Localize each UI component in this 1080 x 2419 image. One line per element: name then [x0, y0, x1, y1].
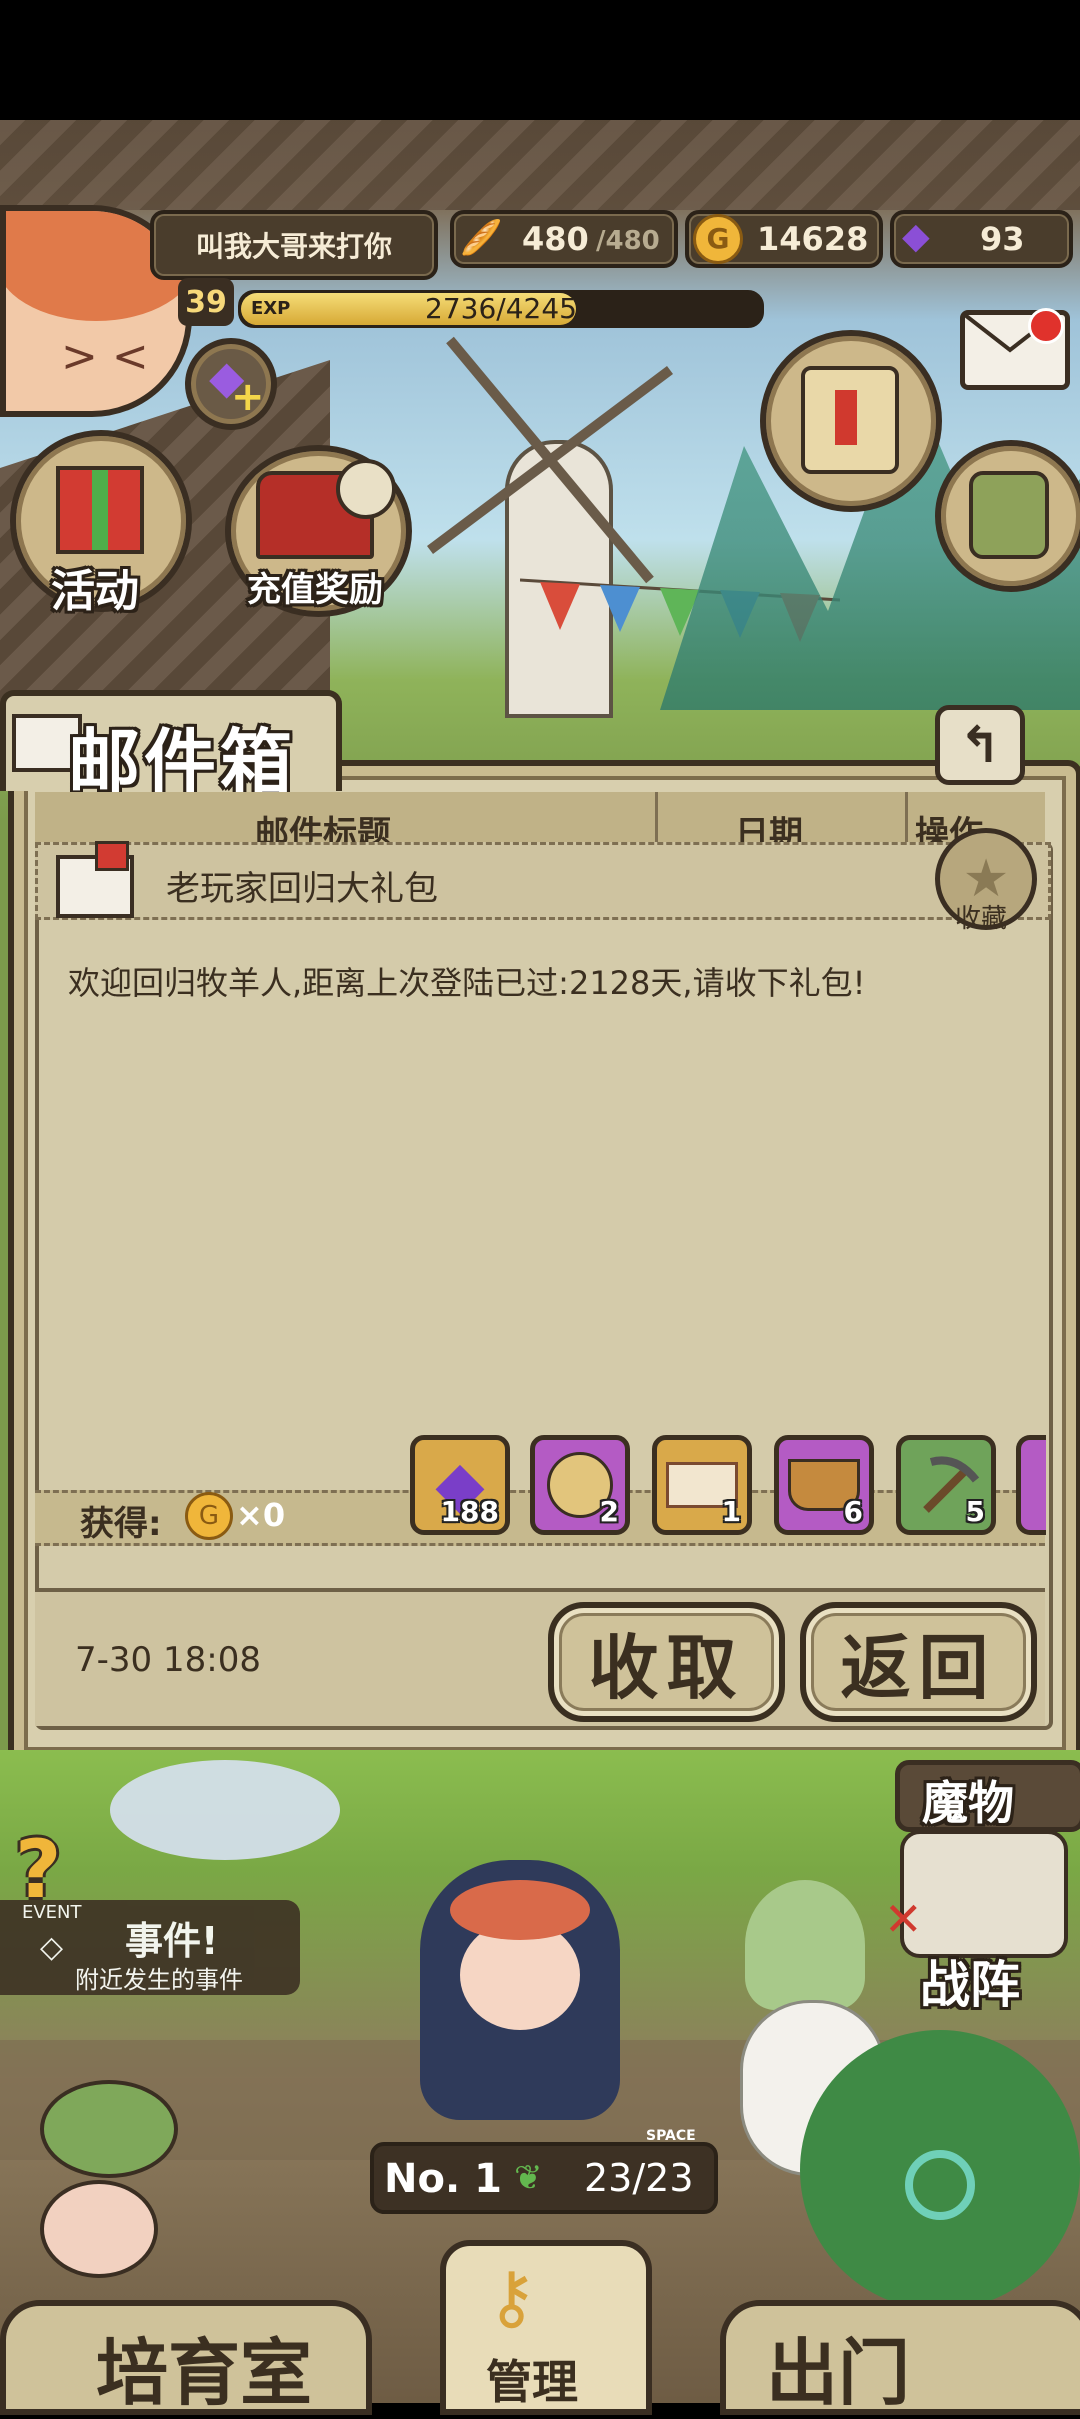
reward-count: 6: [843, 1495, 863, 1528]
gift-icon: [56, 466, 144, 554]
column-title: 邮件标题: [255, 814, 391, 845]
reward-count: 1: [721, 1495, 741, 1528]
go-out-button[interactable]: 出门: [720, 2300, 1080, 2415]
reward-item-gem[interactable]: ◆ 188: [410, 1435, 510, 1535]
bread-max: /480: [596, 226, 660, 256]
mail-body-text: 欢迎回归牧羊人,距离上次登陆已过:2128天,请收下礼包!: [68, 964, 866, 1002]
nursery-label: 培育室: [96, 2331, 313, 2415]
reward-count: 188: [440, 1495, 499, 1528]
windmill-blades: [427, 336, 673, 584]
event-tag: EVENT: [22, 1902, 82, 1923]
gift-mail-icon: [56, 841, 134, 918]
buy-gems-button[interactable]: ◆ +: [185, 338, 277, 430]
reward-item-pickaxe[interactable]: 5: [896, 1435, 996, 1535]
bread-count: 480: [522, 220, 589, 258]
reward-item-bread-bag[interactable]: 2: [530, 1435, 630, 1535]
reward-item-partial[interactable]: [1016, 1435, 1046, 1535]
keys-icon: ⚷: [486, 2256, 538, 2338]
ranch-rank: No. 1: [384, 2156, 502, 2202]
scroll-icon: [801, 366, 899, 474]
mail-list-header: 邮件标题 日期 操作: [35, 792, 1045, 845]
space-count: 23/23: [584, 2156, 694, 2200]
event-button[interactable]: EVENT ◇ 事件! 附近发生的事件: [0, 1900, 300, 1995]
formation-label: 战阵: [920, 1956, 1020, 2014]
gold-coin-icon: G: [185, 1492, 233, 1540]
event-subtitle: 附近发生的事件: [75, 1966, 243, 1994]
mail-subject: 老玩家回归大礼包: [166, 869, 438, 909]
space-label: SPACE: [646, 2128, 696, 2144]
event-title: 事件!: [125, 1919, 219, 1963]
favorite-label: 收藏: [955, 904, 1008, 934]
gold-count: 14628: [757, 220, 869, 258]
mailbox-title-tab: 邮件箱: [0, 690, 342, 805]
exp-bar: EXP 2736/4245: [238, 290, 764, 328]
mail-date: 7-30 18:08: [75, 1640, 261, 1680]
roof-top: [0, 120, 1080, 210]
reward-item-bread-basket[interactable]: 6: [774, 1435, 874, 1535]
backpack-icon: [969, 471, 1049, 559]
gain-label: 获得:: [80, 1504, 162, 1544]
leaf-icon: ❦: [514, 2158, 543, 2198]
gem-count: 93: [980, 220, 1025, 258]
egg-pink[interactable]: [40, 2180, 158, 2278]
activity-label: 活动: [51, 566, 139, 617]
reward-count: 5: [965, 1495, 985, 1528]
egg-green[interactable]: [40, 2080, 178, 2178]
manage-label: 管理: [486, 2355, 578, 2409]
collect-button[interactable]: 收取: [548, 1602, 785, 1722]
gold-resource[interactable]: G 14628: [685, 210, 883, 268]
reward-item-ticket[interactable]: 1: [652, 1435, 752, 1535]
bread-resource[interactable]: 🥖 480 /480: [450, 210, 678, 268]
manage-button[interactable]: ⚷ 管理: [440, 2240, 652, 2415]
monster-button[interactable]: 魔物: [895, 1760, 1080, 1832]
monster-girl-character[interactable]: [420, 1860, 620, 2120]
tree-character[interactable]: [800, 2030, 1080, 2310]
formation-button[interactable]: ✕: [884, 1830, 1068, 1958]
column-divider: [655, 792, 658, 842]
mail-subject-row: 老玩家回归大礼包: [35, 841, 1051, 920]
ghost-character[interactable]: [110, 1760, 340, 1860]
diamond-icon: ◇: [40, 1930, 64, 1965]
nursery-button[interactable]: 培育室: [0, 2300, 372, 2415]
bread-icon: 🥖: [460, 218, 503, 258]
bag-button[interactable]: [935, 440, 1080, 592]
ranch-capacity-panel: No. 1 ❦ 23/23 SPACE: [370, 2128, 718, 2214]
player-level: 39: [178, 278, 234, 326]
exp-text: 2736/4245: [425, 292, 577, 325]
back-arrow-icon[interactable]: ↰: [935, 705, 1025, 785]
column-date: 日期: [735, 814, 803, 845]
gem-resource[interactable]: ◆ 93: [890, 210, 1073, 268]
player-name: 叫我大哥来打你: [195, 230, 392, 263]
recharge-reward-label: 充值奖励: [247, 570, 383, 610]
monster-label: 魔物: [922, 1776, 1014, 1830]
quest-scroll-button[interactable]: [760, 330, 942, 512]
event-question-icon: ?: [15, 1823, 62, 1916]
player-name-panel: 叫我大哥来打你: [150, 210, 438, 280]
go-out-label: 出门: [766, 2331, 911, 2415]
reward-count: 2: [599, 1495, 619, 1528]
column-divider: [905, 792, 908, 842]
clock-icon: [336, 459, 396, 519]
return-button[interactable]: 返回: [800, 1602, 1037, 1722]
gem-icon: ◆: [902, 216, 930, 257]
gold-gain: ×0: [236, 1496, 286, 1534]
mail-notification-badge: [1028, 308, 1064, 344]
gold-coin-icon: G: [693, 214, 743, 264]
plus-icon: +: [231, 374, 265, 420]
